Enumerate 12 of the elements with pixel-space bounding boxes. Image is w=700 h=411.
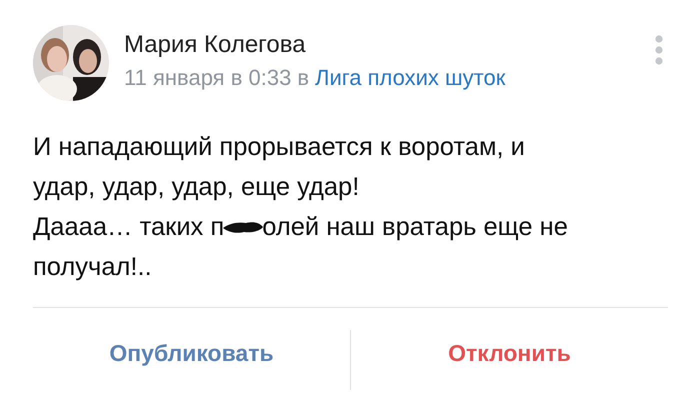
post-text: олей наш вратарь еще не bbox=[262, 212, 568, 242]
author-name[interactable]: Мария Колегова bbox=[124, 31, 639, 59]
decline-button[interactable]: Отклонить bbox=[351, 330, 668, 377]
post-date: 11 января в 0:33 bbox=[124, 65, 292, 91]
publish-button[interactable]: Опубликовать bbox=[33, 330, 350, 377]
post-text: получал!.. bbox=[33, 252, 152, 282]
community-link[interactable]: Лига плохих шуток bbox=[315, 65, 506, 91]
preposition-text: в bbox=[297, 65, 310, 91]
post-text: Даааа… таких п bbox=[33, 212, 224, 242]
post-text: удар, удар, удар, еще удар! bbox=[33, 172, 360, 202]
post-text: И нападающий прорывается к воротам, и bbox=[33, 132, 525, 162]
more-icon[interactable] bbox=[654, 35, 664, 65]
